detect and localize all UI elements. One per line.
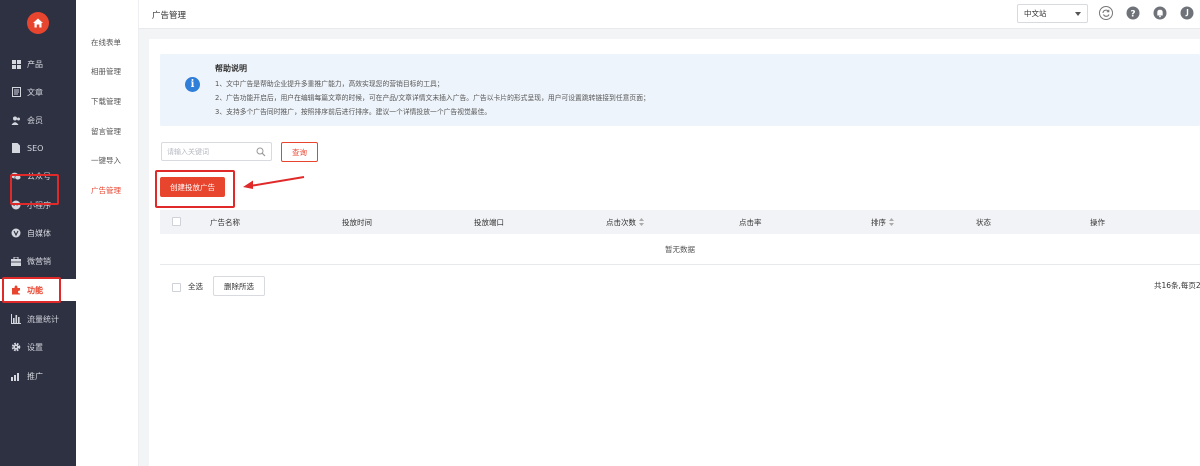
sidebar-item-label: SEO	[27, 143, 44, 153]
sidebar-item-settings[interactable]: 设置	[0, 336, 76, 358]
column-header-actions: 操作	[1090, 218, 1105, 227]
sidebar-item-label: 推广	[27, 371, 43, 381]
select-all-checkbox[interactable]	[172, 283, 181, 292]
sidebar-item-members[interactable]: 会员	[0, 109, 76, 131]
search-box	[161, 142, 272, 161]
marketing-icon	[11, 256, 21, 266]
column-header-ctr: 点击率	[739, 218, 762, 227]
table-header: 广告名称 投放时间 投放端口 点击次数 点击率 排序 状态 操作	[160, 210, 1200, 234]
sub-sidebar: 在线表单 相册管理 下载管理 留言管理 一键导入 广告管理	[76, 0, 139, 466]
help-line: 3、支持多个广告同时推广，按照排序前后进行排序。建议一个详情投放一个广告视觉最佳…	[215, 108, 492, 116]
refresh-icon[interactable]	[1099, 6, 1113, 20]
caret-down-icon	[1075, 12, 1081, 16]
document-icon	[11, 87, 21, 97]
sidebar-item-functions[interactable]: 功能	[0, 277, 76, 303]
subnav-item-ads[interactable]: 广告管理	[76, 185, 139, 197]
subnav-item-album[interactable]: 相册管理	[76, 66, 139, 78]
search-input[interactable]	[162, 143, 252, 160]
column-header-status: 状态	[976, 218, 991, 227]
media-icon	[11, 228, 21, 238]
column-header-ad-name: 广告名称	[210, 218, 240, 227]
sidebar-item-articles[interactable]: 文章	[0, 81, 76, 103]
users-icon	[11, 115, 21, 125]
promote-icon	[11, 371, 21, 381]
sort-icon[interactable]	[639, 218, 644, 228]
column-header-clicks[interactable]: 点击次数	[606, 217, 644, 228]
select-all-label[interactable]: 全选	[188, 281, 203, 292]
column-header-order[interactable]: 排序	[871, 217, 894, 228]
sidebar-item-label: 微营销	[27, 256, 51, 266]
main-sidebar: 产品 文章 会员 SEO 公众号 小程序 自媒体 微营销 功能 流量统计 设置	[0, 0, 76, 466]
sidebar-item-traffic-stats[interactable]: 流量统计	[0, 308, 76, 330]
empty-table-message: 暂无数据	[160, 234, 1200, 265]
sidebar-item-micro-marketing[interactable]: 微营销	[0, 250, 76, 272]
sidebar-item-seo[interactable]: SEO	[0, 137, 76, 159]
search-icon[interactable]	[256, 147, 266, 157]
help-box: i 帮助说明 1、文中广告是帮助企业提升多重推广能力，高效实现您的营销目标的工具…	[160, 54, 1200, 126]
query-button[interactable]: 查询	[281, 142, 318, 162]
subnav-item-online-form[interactable]: 在线表单	[76, 37, 139, 49]
highlight-box	[10, 174, 59, 205]
sidebar-item-label: 产品	[27, 59, 43, 69]
info-icon: i	[185, 77, 200, 92]
bar-chart-icon	[11, 314, 21, 324]
column-header-time: 投放时间	[342, 218, 372, 227]
language-select-value: 中文站	[1024, 9, 1047, 18]
sort-icon[interactable]	[889, 218, 894, 228]
header-checkbox[interactable]	[172, 217, 181, 226]
language-select[interactable]: 中文站	[1017, 4, 1088, 23]
sidebar-item-self-media[interactable]: 自媒体	[0, 222, 76, 244]
column-header-port: 投放端口	[474, 218, 504, 227]
bell-icon[interactable]	[1153, 6, 1167, 20]
help-line: 1、文中广告是帮助企业提升多重推广能力，高效实现您的营销目标的工具；	[215, 80, 444, 88]
sidebar-item-label: 文章	[27, 87, 43, 97]
sidebar-item-products[interactable]: 产品	[0, 53, 76, 75]
page-title: 广告管理	[152, 11, 187, 21]
sidebar-item-label: 自媒体	[27, 228, 51, 238]
help-line: 2、广告功能开启后，用户在编辑每篇文章的时候，可在产品/文章详情文末插入广告。广…	[215, 94, 650, 102]
file-icon	[11, 143, 21, 153]
sidebar-item-label: 设置	[27, 342, 43, 352]
delete-selected-button[interactable]: 删除所选	[213, 276, 265, 296]
column-header-label: 排序	[871, 218, 886, 227]
subnav-item-import[interactable]: 一键导入	[76, 155, 139, 167]
main-panel: i 帮助说明 1、文中广告是帮助企业提升多重推广能力，高效实现您的营销目标的工具…	[149, 39, 1200, 466]
help-icon[interactable]: ?	[1126, 6, 1140, 20]
sidebar-item-label: 流量统计	[27, 314, 59, 324]
highlight-box	[2, 277, 61, 303]
subnav-item-messages[interactable]: 留言管理	[76, 126, 139, 138]
top-bar: 广告管理 中文站 ?	[139, 0, 1200, 29]
sidebar-item-promote[interactable]: 推广	[0, 365, 76, 387]
home-icon[interactable]	[27, 12, 49, 34]
user-icon[interactable]	[1180, 6, 1194, 20]
svg-text:?: ?	[1130, 10, 1135, 20]
subnav-item-download[interactable]: 下载管理	[76, 96, 139, 108]
gear-icon	[11, 342, 21, 352]
pagination-total: 共16条,每页2	[1154, 281, 1200, 290]
help-title: 帮助说明	[215, 64, 247, 73]
column-header-label: 点击次数	[606, 218, 636, 227]
sidebar-item-label: 会员	[27, 115, 43, 125]
annotation-arrow	[243, 176, 305, 189]
create-ad-button[interactable]: 创建投放广告	[160, 177, 225, 197]
grid-icon	[11, 59, 21, 69]
